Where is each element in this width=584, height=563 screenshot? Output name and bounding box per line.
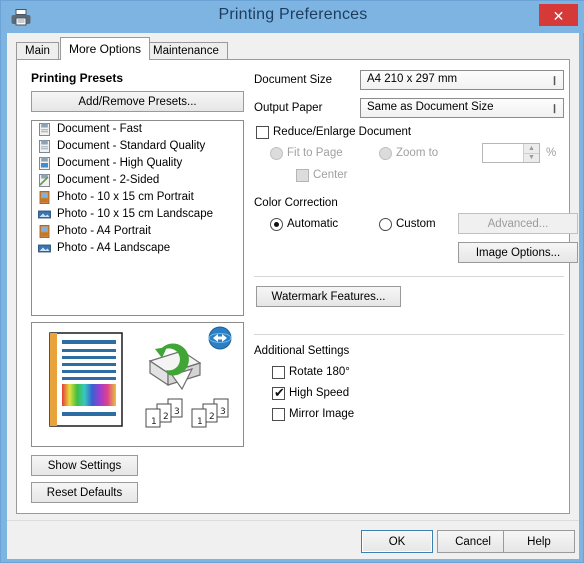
color-automatic-label: Automatic xyxy=(287,218,339,230)
list-item[interactable]: Photo - A4 Portrait xyxy=(32,223,243,240)
color-custom-label: Custom xyxy=(396,218,436,230)
check-icon: ✔ xyxy=(274,385,285,400)
document-size-value: A4 210 x 297 mm xyxy=(367,73,458,85)
list-item[interactable]: Document - High Quality xyxy=(32,155,243,172)
help-button[interactable]: Help xyxy=(503,530,575,553)
additional-settings-title: Additional Settings xyxy=(254,345,350,357)
stepper-up-icon[interactable]: ▲ xyxy=(523,144,539,153)
page-stack-123-icon: 3 2 1 3 2 1 xyxy=(145,398,229,428)
divider-additional-settings xyxy=(254,334,564,335)
photo-landscape-icon xyxy=(38,242,51,255)
image-options-button[interactable]: Image Options... xyxy=(458,242,578,263)
tab-more-options[interactable]: More Options xyxy=(60,37,151,60)
center-checkbox[interactable] xyxy=(296,169,309,182)
svg-text:3: 3 xyxy=(220,407,226,417)
document-standard-icon xyxy=(38,140,51,153)
list-item-label: Photo - 10 x 15 cm Portrait xyxy=(57,191,194,203)
additional-setting-checkbox[interactable] xyxy=(272,408,285,421)
fit-to-page-radio[interactable] xyxy=(270,147,283,160)
reset-defaults-button[interactable]: Reset Defaults xyxy=(31,482,138,503)
more-options-panel: Printing Presets Add/Remove Presets... D… xyxy=(16,59,578,515)
advanced-button[interactable]: Advanced... xyxy=(458,213,578,234)
document-size-label: Document Size xyxy=(254,74,332,86)
list-item[interactable]: Photo - 10 x 15 cm Portrait xyxy=(32,189,243,206)
document-fast-icon xyxy=(38,123,51,136)
preview-graphics: 3 2 1 3 2 1 xyxy=(49,326,232,428)
list-item-label: Photo - A4 Portrait xyxy=(57,225,151,237)
list-item[interactable]: Document - 2-Sided xyxy=(32,172,243,189)
document-high-quality-icon xyxy=(38,157,51,170)
additional-setting-label: High Speed xyxy=(289,387,350,399)
tab-main[interactable]: Main xyxy=(16,42,59,59)
output-paper-select[interactable]: Same as Document Size ❙ xyxy=(360,98,564,118)
dialog-client-area: Main More Options Maintenance Printing P… xyxy=(7,33,579,559)
close-icon[interactable]: ✕ xyxy=(539,4,578,26)
add-remove-presets-button[interactable]: Add/Remove Presets... xyxy=(31,91,244,112)
color-correction-title: Color Correction xyxy=(254,197,338,209)
svg-text:3: 3 xyxy=(174,407,180,417)
list-item-label: Document - Fast xyxy=(57,123,142,135)
list-item-label: Document - High Quality xyxy=(57,157,183,169)
ok-button[interactable]: OK xyxy=(361,530,433,553)
additional-setting-checkbox[interactable] xyxy=(272,366,285,379)
photo-landscape-icon xyxy=(38,208,51,221)
cancel-button[interactable]: Cancel xyxy=(437,530,509,553)
tab-bar: Main More Options Maintenance xyxy=(16,37,570,60)
chevron-down-icon: ❙ xyxy=(550,74,559,85)
additional-setting-label: Mirror Image xyxy=(289,408,355,420)
tab-maintenance[interactable]: Maintenance xyxy=(144,42,228,59)
zoom-to-radio[interactable] xyxy=(379,147,392,160)
list-item-label: Photo - 10 x 15 cm Landscape xyxy=(57,208,213,220)
photo-portrait-icon xyxy=(38,225,51,238)
reduce-enlarge-checkbox[interactable] xyxy=(256,126,269,139)
printing-presets-title: Printing Presets xyxy=(31,71,124,85)
zoom-value-stepper[interactable]: ▲ ▼ xyxy=(482,143,540,163)
list-item[interactable]: Document - Fast xyxy=(32,121,243,138)
color-document-preview-icon xyxy=(49,332,123,427)
stepper-down-icon[interactable]: ▼ xyxy=(523,152,539,162)
photo-portrait-icon xyxy=(38,191,51,204)
show-settings-button[interactable]: Show Settings xyxy=(31,455,138,476)
radio-dot-icon xyxy=(274,222,279,227)
printing-presets-list[interactable]: Document - Fast Document - Standard Quali… xyxy=(31,120,244,316)
svg-text:1: 1 xyxy=(197,417,203,427)
title-bar: Printing Preferences ✕ xyxy=(1,1,584,33)
svg-text:2: 2 xyxy=(163,412,169,422)
reduce-enlarge-label: Reduce/Enlarge Document xyxy=(273,126,412,138)
svg-text:2: 2 xyxy=(209,412,215,422)
output-paper-value: Same as Document Size xyxy=(367,101,494,113)
window-title: Printing Preferences xyxy=(218,6,368,23)
zoom-to-label: Zoom to xyxy=(396,147,439,159)
fit-to-page-label: Fit to Page xyxy=(287,147,343,159)
divider-watermark xyxy=(254,276,564,277)
printing-preferences-window: Printing Preferences ✕ Main More Options… xyxy=(0,0,584,563)
document-size-select[interactable]: A4 210 x 297 mm ❙ xyxy=(360,70,564,90)
color-automatic-radio[interactable] xyxy=(270,218,283,231)
watermark-features-button[interactable]: Watermark Features... xyxy=(256,286,401,307)
more-options-right-column: Document Size A4 210 x 297 mm ❙ Output P… xyxy=(254,60,578,515)
output-paper-label: Output Paper xyxy=(254,102,323,114)
list-item[interactable]: Photo - 10 x 15 cm Landscape xyxy=(32,206,243,223)
svg-text:1: 1 xyxy=(151,417,157,427)
list-item-label: Document - Standard Quality xyxy=(57,140,206,152)
center-label: Center xyxy=(313,169,348,181)
additional-setting-checkbox[interactable]: ✔ xyxy=(272,385,285,400)
chevron-down-icon: ❙ xyxy=(550,102,559,113)
list-item-label: Document - 2-Sided xyxy=(57,174,160,186)
list-item[interactable]: Photo - A4 Landscape xyxy=(32,240,243,257)
print-preview-pane: 3 2 1 3 2 1 xyxy=(31,322,244,447)
printer-rotate-icon xyxy=(148,343,202,391)
dialog-footer: OK Cancel Help xyxy=(7,520,579,559)
percent-label: % xyxy=(546,147,557,159)
list-item[interactable]: Document - Standard Quality xyxy=(32,138,243,155)
blue-globe-arrows-icon xyxy=(208,326,232,350)
stepper-buttons[interactable]: ▲ ▼ xyxy=(523,144,539,162)
list-item-label: Photo - A4 Landscape xyxy=(57,242,171,254)
document-2sided-icon xyxy=(38,174,51,187)
additional-setting-label: Rotate 180° xyxy=(289,366,350,378)
color-custom-radio[interactable] xyxy=(379,218,392,231)
